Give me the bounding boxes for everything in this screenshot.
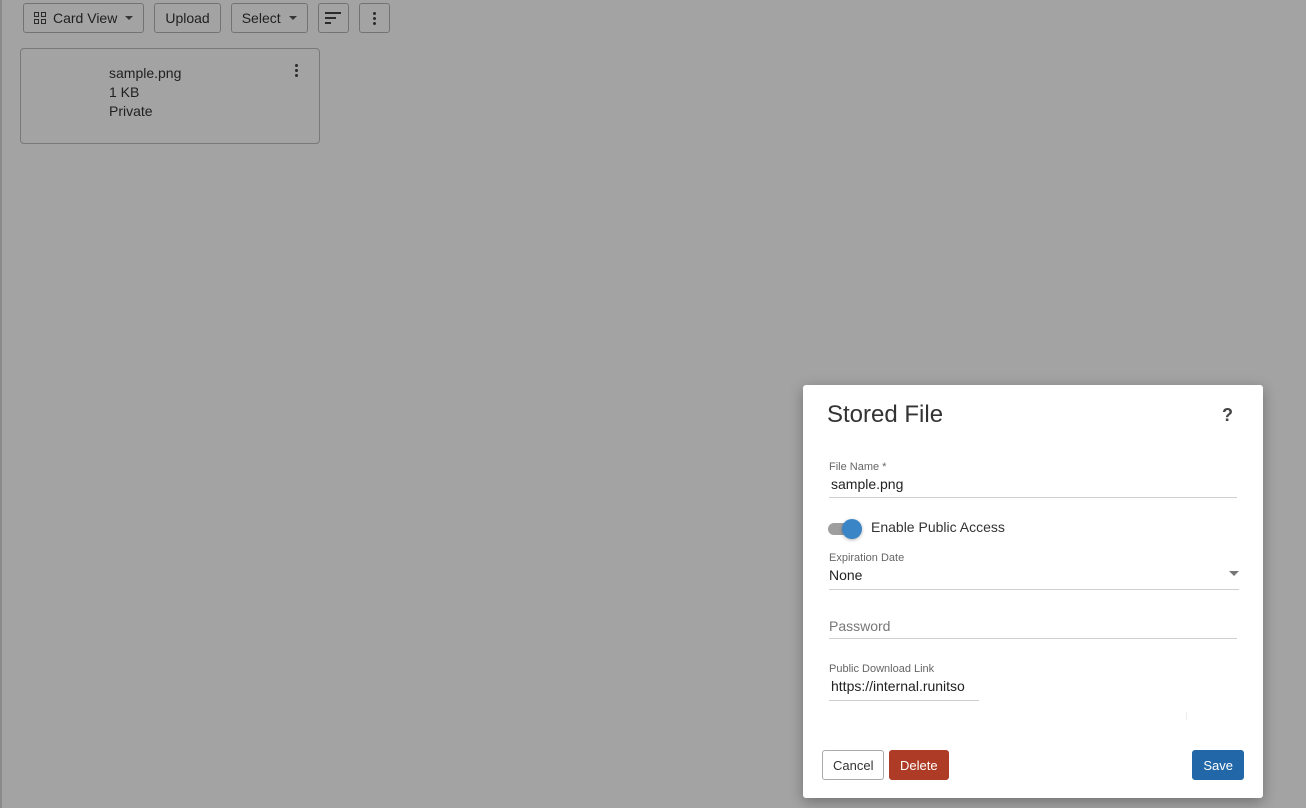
expiration-date-label: Expiration Date <box>829 552 905 564</box>
faint-divider <box>1186 712 1187 720</box>
public-access-toggle[interactable] <box>828 519 862 539</box>
expiration-date-select[interactable]: Expiration Date None <box>829 552 1239 590</box>
file-name-field[interactable]: File Name * sample.png <box>829 461 1237 498</box>
download-link-field[interactable]: Public Download Link https://internal.ru… <box>829 663 979 701</box>
file-name-input[interactable]: sample.png <box>829 476 1237 492</box>
chevron-down-icon <box>1229 571 1239 576</box>
save-button[interactable]: Save <box>1192 750 1244 780</box>
password-input[interactable]: Password <box>829 618 1237 634</box>
dialog-title: Stored File <box>827 401 944 428</box>
toggle-knob <box>842 519 862 539</box>
expiration-date-value: None <box>829 567 863 583</box>
cancel-button[interactable]: Cancel <box>822 750 885 780</box>
stored-file-dialog: Stored File ? File Name * sample.png Ena… <box>803 385 1263 798</box>
download-link-input[interactable]: https://internal.runitso <box>829 678 979 694</box>
public-access-label: Enable Public Access <box>871 519 1005 535</box>
help-icon[interactable]: ? <box>1222 405 1233 426</box>
download-link-label: Public Download Link <box>829 663 935 675</box>
file-name-label: File Name * <box>829 461 887 473</box>
password-field[interactable]: Password <box>829 618 1237 639</box>
delete-button[interactable]: Delete <box>889 750 949 780</box>
